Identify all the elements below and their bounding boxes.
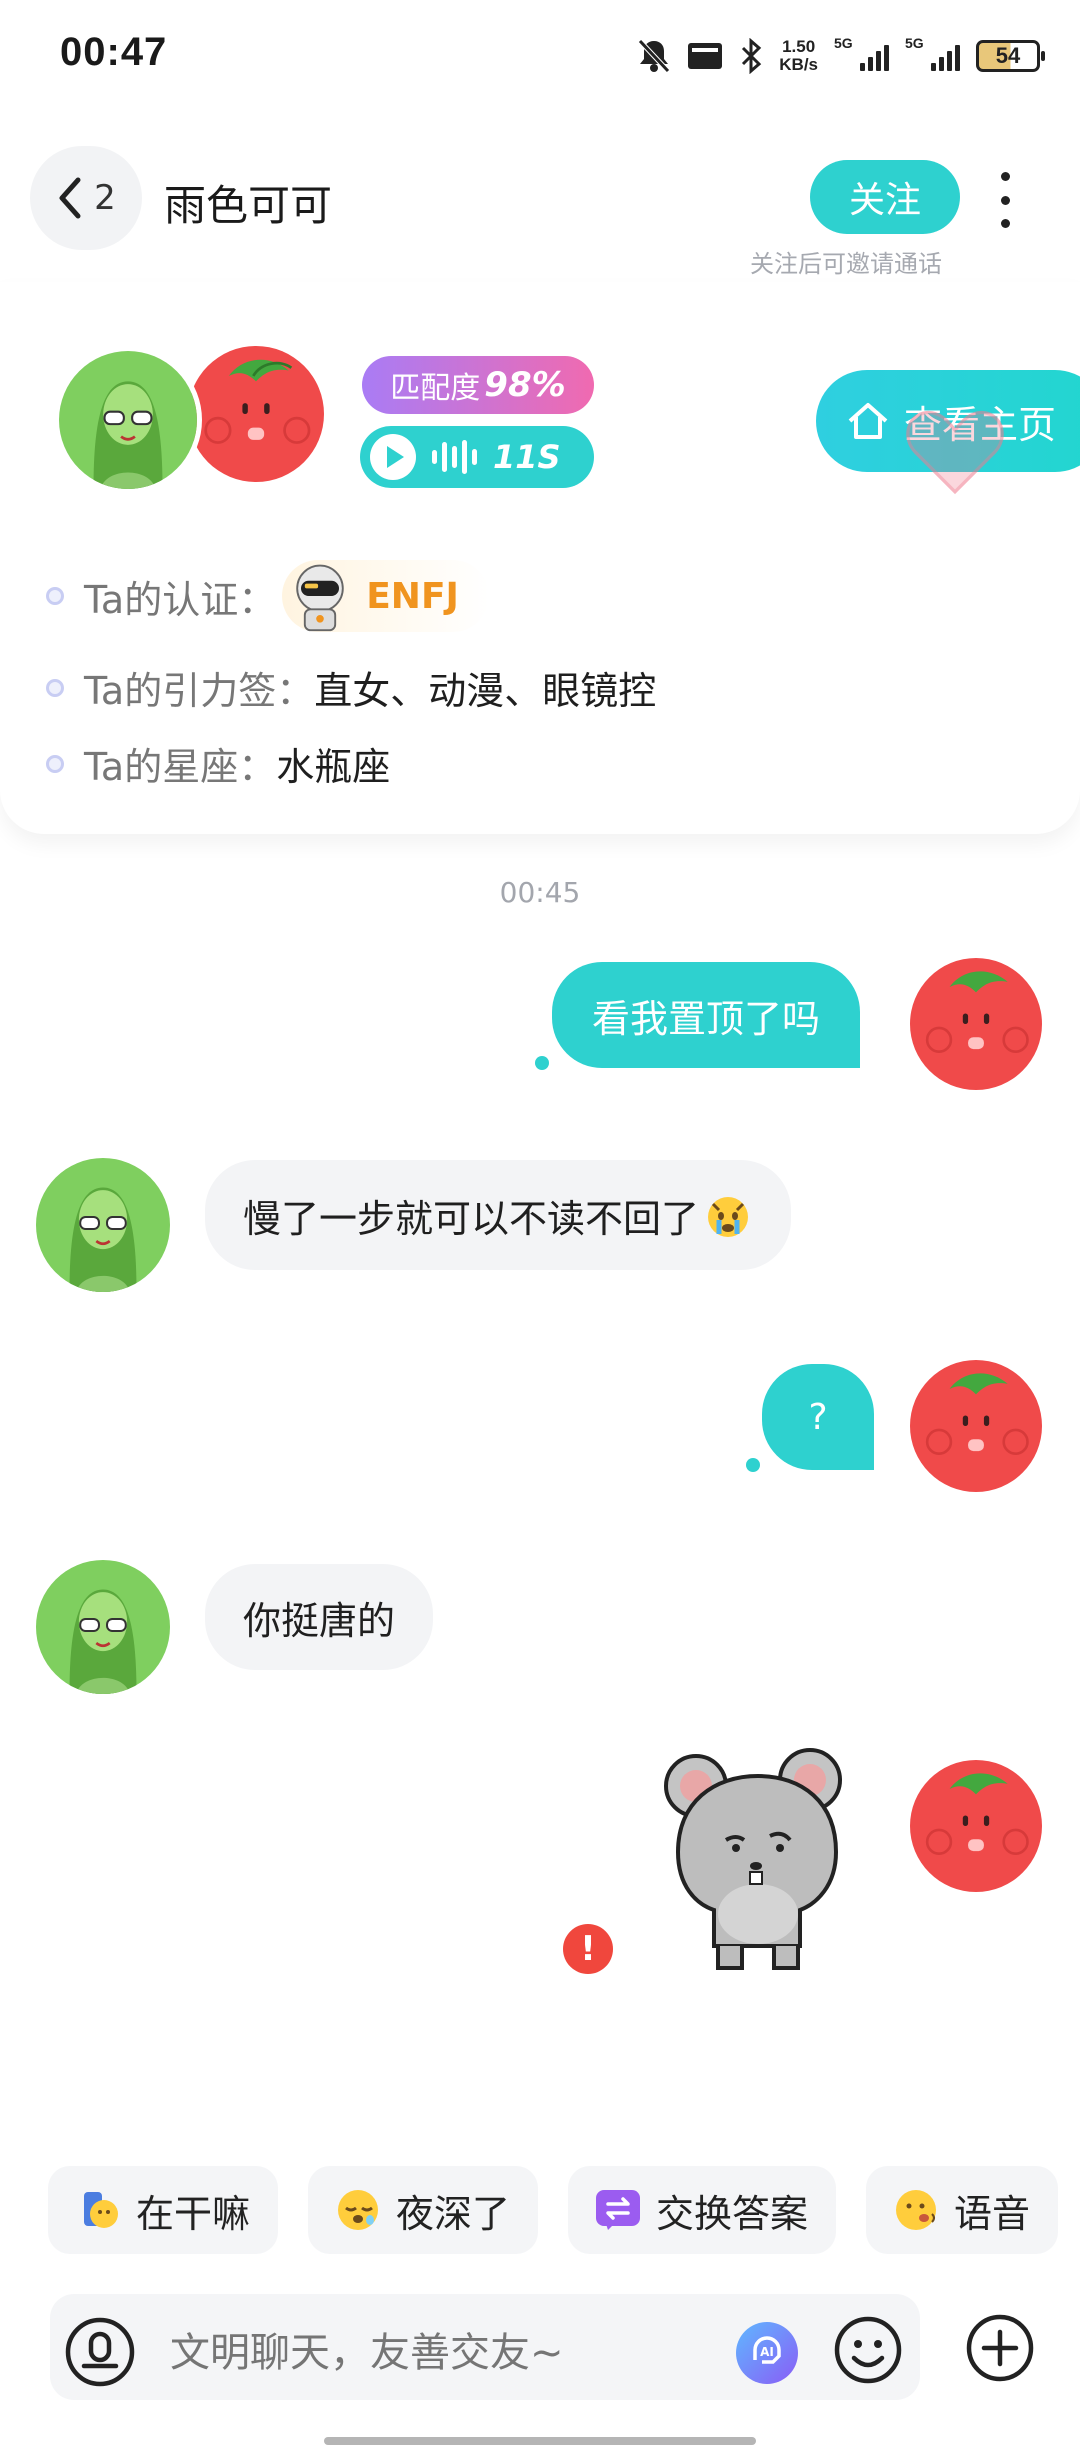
my-avatar[interactable]: [188, 346, 324, 482]
add-attachment-icon[interactable]: [964, 2312, 1036, 2384]
home-icon: [848, 403, 888, 439]
exchange-icon: [594, 2186, 642, 2234]
astronaut-icon: [296, 564, 344, 632]
more-options-icon[interactable]: [990, 172, 1020, 228]
their-avatar[interactable]: [36, 1158, 170, 1292]
crying-face-emoji-icon: [708, 1197, 749, 1237]
quick-reply-chip[interactable]: 交换答案: [568, 2166, 837, 2254]
voice-intro-button[interactable]: 11S: [360, 426, 594, 488]
heart-icon: [906, 410, 1004, 495]
signal-icon: 5G: [834, 35, 889, 71]
message-bubble-out[interactable]: ?: [762, 1364, 874, 1470]
battery-icon: 54: [976, 40, 1045, 72]
quick-replies: 在干嘛 夜深了 交换答案 语音: [48, 2166, 1059, 2254]
phone-face-emoji-icon: [74, 2186, 122, 2234]
tags-row: Ta的引力签： 直女、动漫、眼镜控: [46, 660, 656, 715]
mouse-sticker[interactable]: [660, 1744, 860, 1976]
follow-button[interactable]: 关注: [810, 160, 960, 234]
card-icon: [688, 43, 723, 69]
match-badge: 匹配度 98%: [362, 356, 594, 414]
emoji-icon[interactable]: [832, 2314, 904, 2386]
my-avatar[interactable]: [910, 1360, 1042, 1492]
message-bubble-in[interactable]: 你挺唐的: [205, 1564, 434, 1670]
sleepy-emoji-icon: [334, 2186, 382, 2234]
mbti-badge[interactable]: ENFJ: [282, 560, 489, 632]
play-icon: [370, 434, 416, 480]
message-bubble-in[interactable]: 慢了一步就可以不读不回了: [205, 1160, 792, 1270]
bluetooth-icon: [742, 38, 762, 74]
quick-reply-chip[interactable]: 在干嘛: [48, 2166, 279, 2254]
status-icons: 1.50 KB/s 5G 5G 54: [637, 34, 1045, 78]
unread-count: 2: [94, 178, 116, 218]
follow-hint: 关注后可邀请通话: [750, 250, 942, 278]
chevron-left-icon: [59, 177, 81, 219]
my-avatar[interactable]: [910, 958, 1042, 1090]
their-avatar[interactable]: [54, 346, 202, 494]
message-input[interactable]: [170, 2326, 690, 2380]
voice-input-icon[interactable]: [64, 2316, 136, 2388]
signal-icon: 5G: [905, 35, 960, 71]
status-time: 00:47: [60, 30, 168, 74]
my-avatar[interactable]: [910, 1760, 1042, 1892]
voice-duration: 11S: [493, 438, 561, 476]
read-indicator: [535, 1056, 549, 1070]
quick-reply-chip[interactable]: 语音: [866, 2166, 1059, 2254]
cert-row: Ta的认证： ENFJ: [46, 560, 489, 632]
their-avatar[interactable]: [36, 1560, 170, 1694]
back-button[interactable]: 2: [30, 146, 142, 250]
waveform-icon: [432, 437, 477, 477]
read-indicator: [746, 1458, 760, 1472]
voice-face-emoji-icon: [892, 2186, 940, 2234]
chat-timestamp: 00:45: [499, 876, 581, 909]
quick-reply-chip[interactable]: 夜深了: [308, 2166, 539, 2254]
chat-title: 雨色可可: [164, 181, 333, 230]
mute-bell-icon: [638, 39, 671, 73]
ai-assistant-icon[interactable]: AI: [734, 2320, 800, 2386]
send-failed-icon[interactable]: !: [563, 1924, 613, 1974]
zodiac-row: Ta的星座： 水瓶座: [46, 736, 390, 791]
svg-text:AI: AI: [760, 2345, 774, 2359]
message-bubble-out[interactable]: 看我置顶了吗: [552, 962, 861, 1068]
home-indicator: [324, 2437, 756, 2445]
net-speed: 1.50 KB/s: [779, 37, 818, 74]
